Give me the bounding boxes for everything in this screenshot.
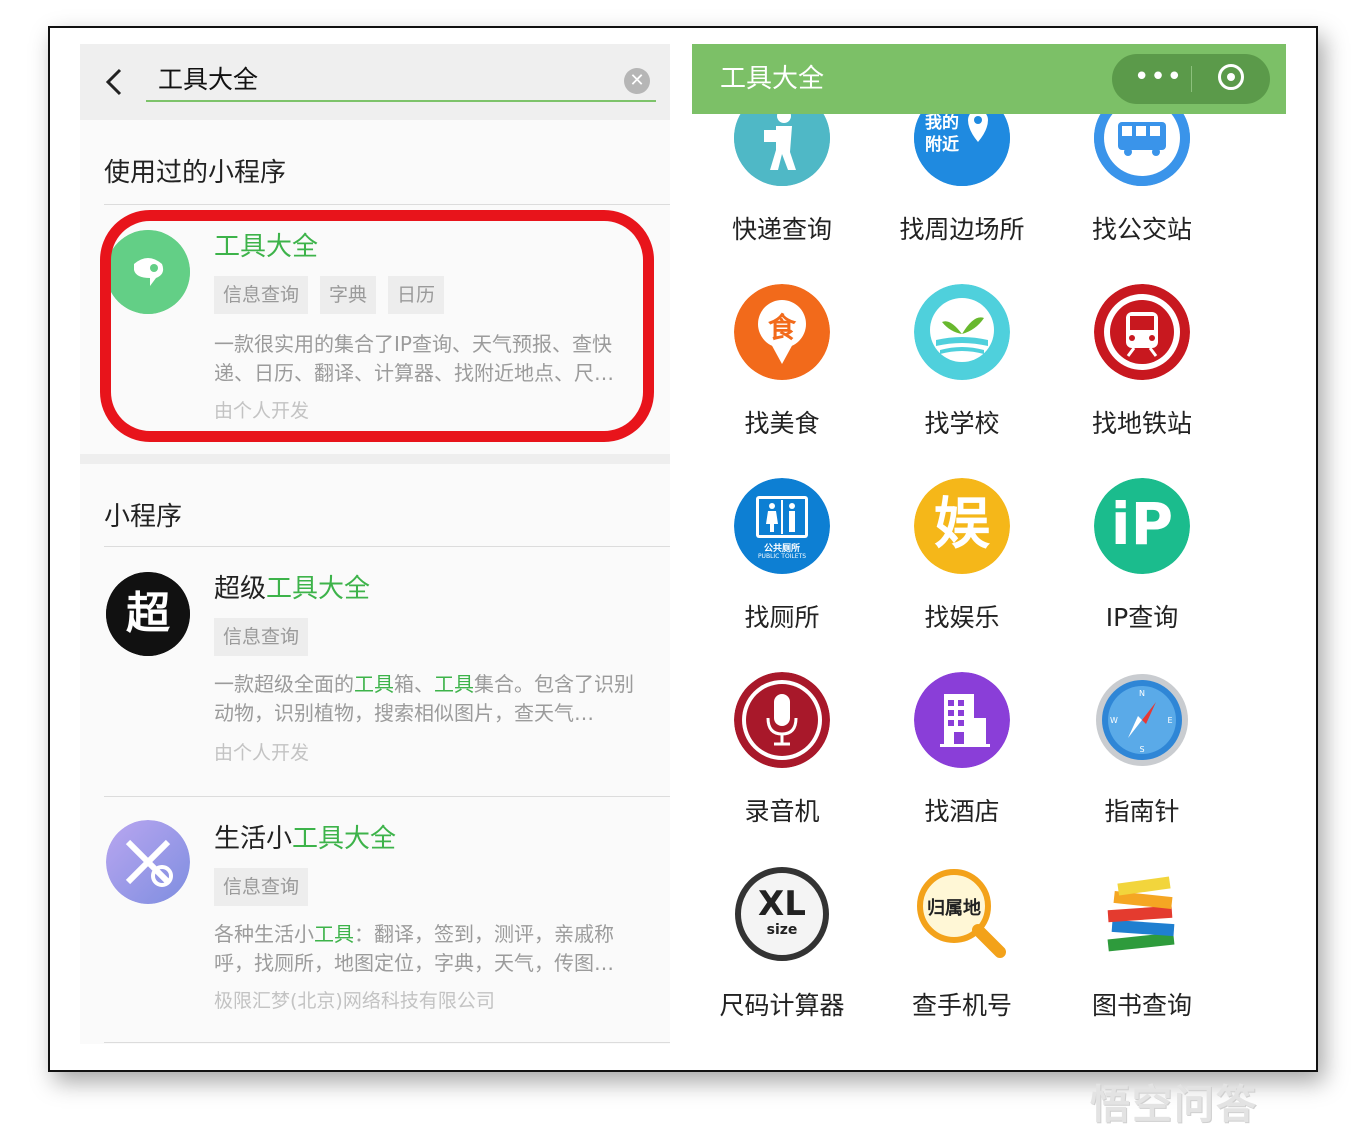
app-name-prefix: 超级 bbox=[214, 574, 267, 604]
desc-text: 各种生活小 bbox=[214, 922, 314, 946]
divider bbox=[104, 1042, 670, 1043]
grid-label: 找酒店 bbox=[924, 797, 1000, 826]
toilet-icon: 公共厕所 PUBLIC TOILETS bbox=[734, 478, 830, 574]
more-dots-icon[interactable]: ••• bbox=[1134, 64, 1182, 94]
app-name: 生活小工具大全 bbox=[214, 818, 396, 855]
grid-label: 查手机号 bbox=[911, 991, 1012, 1020]
microphone-icon bbox=[734, 672, 830, 768]
grid-label: 图书查询 bbox=[1091, 991, 1192, 1020]
grid-label: 找娱乐 bbox=[924, 603, 1000, 632]
app-description: 各种生活小工具：翻译，签到，测评，亲戚称呼，找厕所，地图定位，字典，天气，传图… bbox=[214, 920, 644, 978]
search-input[interactable]: 工具大全 bbox=[146, 58, 656, 102]
app-description: 一款超级全面的工具箱、工具集合。包含了识别动物，识别植物，搜索相似图片，查天气… bbox=[214, 670, 644, 728]
grid-label: 找公交站 bbox=[1091, 215, 1192, 244]
app-name-highlight: 工具大全 bbox=[292, 824, 397, 854]
app-avatar-icon: 超 bbox=[106, 572, 190, 656]
subway-icon bbox=[1094, 284, 1190, 380]
grid-item-entertainment[interactable]: 娱 找娱乐 bbox=[872, 478, 1052, 634]
tag-list: 信息查询 bbox=[214, 868, 309, 906]
tag: 信息查询 bbox=[214, 618, 309, 656]
section-title-used: 使用过的小程序 bbox=[104, 158, 287, 188]
toilet-subtext: PUBLIC TOILETS bbox=[757, 553, 807, 560]
size-text: XL bbox=[758, 884, 806, 924]
desc-highlight: 工具 bbox=[314, 922, 354, 946]
app-avatar-icon bbox=[106, 820, 190, 904]
phone-lookup-text: 归属地 bbox=[927, 898, 981, 919]
grid-label: 尺码计算器 bbox=[719, 991, 845, 1020]
desc-text: 一款超级全面的 bbox=[214, 672, 354, 696]
grid-label: 找周边场所 bbox=[899, 215, 1025, 244]
books-icon bbox=[1094, 866, 1190, 962]
compass-icon: N S W E bbox=[1094, 672, 1190, 768]
entertainment-text: 娱 bbox=[934, 492, 990, 557]
size-subtext: size bbox=[766, 922, 798, 938]
svg-text:N: N bbox=[1139, 689, 1145, 698]
tag: 信息查询 bbox=[214, 868, 309, 906]
developer: 由个人开发 bbox=[214, 742, 310, 764]
grid-label: IP查询 bbox=[1105, 603, 1179, 632]
grid-item-subway[interactable]: 找地铁站 bbox=[1052, 284, 1232, 440]
svg-text:W: W bbox=[1110, 716, 1118, 725]
grid-item-hotel[interactable]: 找酒店 bbox=[872, 672, 1052, 828]
ip-text: iP bbox=[1110, 490, 1174, 558]
food-text: 食 bbox=[767, 311, 796, 344]
grid-item-size[interactable]: XL size 尺码计算器 bbox=[692, 866, 872, 1022]
tag-list: 信息查询 bbox=[214, 618, 309, 656]
grid-label: 找厕所 bbox=[744, 603, 820, 632]
desc-highlight: 工具 bbox=[434, 672, 474, 696]
entertainment-icon: 娱 bbox=[914, 478, 1010, 574]
section-title-mini: 小程序 bbox=[104, 502, 183, 532]
capsule-divider bbox=[1191, 66, 1192, 92]
grid-item-toilet[interactable]: 公共厕所 PUBLIC TOILETS 找厕所 bbox=[692, 478, 872, 634]
app-name-prefix: 生活小 bbox=[214, 824, 293, 854]
app-name-highlight: 工具大全 bbox=[266, 574, 371, 604]
capsule-menu: ••• bbox=[1112, 54, 1270, 104]
food-icon: 食 bbox=[734, 284, 830, 380]
screenshot-frame: 工具大全 ✕ 使用过的小程序 工具大全 信息查询 字典 日历 一款很实用的集合了… bbox=[48, 26, 1318, 1072]
grid-item-ip[interactable]: iP IP查询 bbox=[1052, 478, 1232, 634]
svg-text:S: S bbox=[1139, 745, 1144, 754]
search-results-panel: 工具大全 ✕ 使用过的小程序 工具大全 信息查询 字典 日历 一款很实用的集合了… bbox=[80, 44, 670, 1044]
grid-label: 录音机 bbox=[744, 797, 820, 826]
hotel-icon bbox=[914, 672, 1010, 768]
developer: 极限汇梦(北京)网络科技有限公司 bbox=[214, 990, 495, 1012]
grid-item-phone-lookup[interactable]: 归属地 查手机号 bbox=[872, 866, 1052, 1022]
highlight-circle bbox=[100, 210, 654, 442]
grid-label: 找学校 bbox=[924, 409, 1000, 438]
grid-label: 找地铁站 bbox=[1091, 409, 1192, 438]
mini-program-panel: 快递查询 我的附近 找周边场所 找公交站 食 找美食 找学校 找地铁站 公共厕所… bbox=[692, 44, 1286, 1044]
desc-text: 箱、 bbox=[394, 672, 434, 696]
close-target-icon[interactable] bbox=[1218, 64, 1244, 90]
watermark-logo: 悟空问答 bbox=[1090, 1082, 1258, 1128]
clear-icon[interactable]: ✕ bbox=[624, 68, 650, 94]
app-name: 超级工具大全 bbox=[214, 568, 370, 605]
school-icon bbox=[914, 284, 1010, 380]
svg-text:超: 超 bbox=[126, 588, 171, 639]
grid-label: 快递查询 bbox=[731, 215, 832, 244]
grid-item-food[interactable]: 食 找美食 bbox=[692, 284, 872, 440]
nearby-text: 我的附近 bbox=[925, 113, 959, 155]
phone-lookup-icon: 归属地 bbox=[914, 866, 1010, 962]
back-arrow-icon[interactable] bbox=[100, 62, 130, 102]
mini-program-title: 工具大全 bbox=[720, 64, 825, 94]
svg-text:E: E bbox=[1167, 716, 1172, 725]
ip-icon: iP bbox=[1094, 478, 1190, 574]
grid-label: 指南针 bbox=[1104, 797, 1180, 826]
mini-program-navbar: 工具大全 ••• bbox=[692, 44, 1286, 114]
list-item-super-tool[interactable]: 超 超级工具大全 信息查询 一款超级全面的工具箱、工具集合。包含了识别动物，识别… bbox=[80, 546, 670, 796]
grid-item-recorder[interactable]: 录音机 bbox=[692, 672, 872, 828]
grid-item-compass[interactable]: N S W E 指南针 bbox=[1052, 672, 1232, 828]
size-icon: XL size bbox=[734, 866, 830, 962]
search-bar: 工具大全 ✕ bbox=[80, 44, 670, 120]
grid-label: 找美食 bbox=[744, 409, 820, 438]
list-item-life-tool[interactable]: 生活小工具大全 信息查询 各种生活小工具：翻译，签到，测评，亲戚称呼，找厕所，地… bbox=[80, 796, 670, 1044]
grid-item-books[interactable]: 图书查询 bbox=[1052, 866, 1232, 1022]
grid-item-school[interactable]: 找学校 bbox=[872, 284, 1052, 440]
section-gap bbox=[80, 454, 670, 464]
desc-highlight: 工具 bbox=[354, 672, 394, 696]
